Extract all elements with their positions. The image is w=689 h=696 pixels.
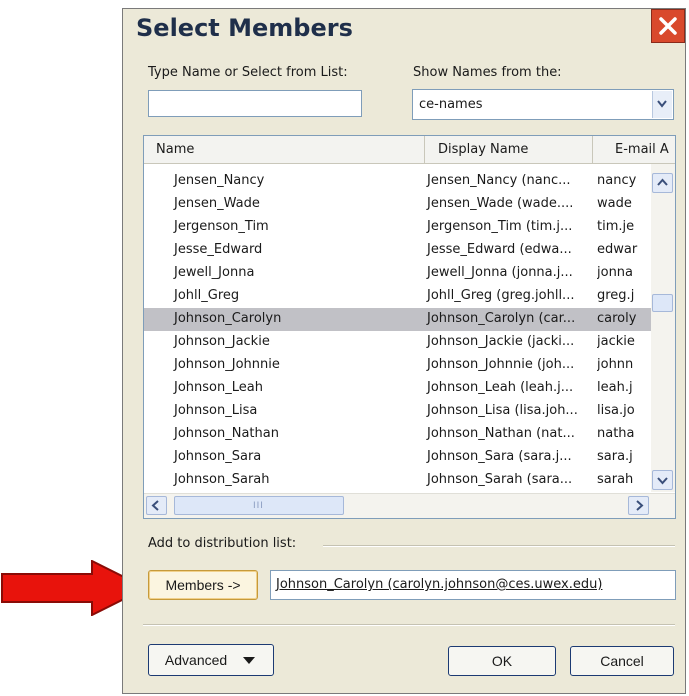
cell-display-name: Johll_Greg (greg.johll... xyxy=(427,288,575,303)
dropdown-button[interactable] xyxy=(652,91,672,118)
cell-name: Jesse_Edward xyxy=(174,242,263,257)
cell-display-name: Jergenson_Tim (tim.j... xyxy=(427,219,573,234)
cell-display-name: Johnson_Lisa (lisa.joh... xyxy=(427,403,578,418)
arrow-left-icon xyxy=(151,500,159,511)
cell-email: jackie xyxy=(597,334,635,349)
cell-name: Johnson_Leah xyxy=(174,380,263,395)
arrow-down-icon xyxy=(657,477,668,485)
cell-display-name: Johnson_Johnnie (joh... xyxy=(427,357,575,372)
cell-display-name: Johnson_Carolyn (car... xyxy=(427,311,576,326)
members-field-value: Johnson_Carolyn (carolyn.johnson@ces.uwe… xyxy=(276,577,603,592)
distribution-label: Add to distribution list: xyxy=(148,536,297,551)
table-row[interactable]: Johnson_Leah Johnson_Leah (leah.j... leah.… xyxy=(144,377,651,400)
table-row[interactable]: Johnson_Lisa Johnson_Lisa (lisa.joh... lis… xyxy=(144,400,651,423)
chevron-down-icon xyxy=(657,100,667,108)
table-row[interactable]: Johnson_Johnnie Johnson_Johnnie (joh... jo… xyxy=(144,354,651,377)
cell-email: lisa.jo xyxy=(597,403,635,418)
group-divider xyxy=(323,545,675,547)
cell-display-name: Jesse_Edward (edwa... xyxy=(427,242,572,257)
cell-email: sarah xyxy=(597,472,634,487)
bottom-divider xyxy=(143,624,675,626)
table-row[interactable]: Johnson_Jackie Johnson_Jackie (jacki... ja… xyxy=(144,331,651,354)
cell-name: Johll_Greg xyxy=(174,288,240,303)
list-rows: Jensen_Nancy Jensen_Nancy (nanc... nancy Je… xyxy=(144,170,651,492)
horizontal-scroll-thumb[interactable]: III xyxy=(174,496,344,515)
horizontal-scrollbar[interactable]: III xyxy=(144,493,675,518)
scroll-up-button[interactable] xyxy=(652,173,673,193)
cell-email: wade xyxy=(597,196,632,211)
cell-display-name: Johnson_Leah (leah.j... xyxy=(427,380,574,395)
list-header: Name Display Name E-mail A xyxy=(144,136,675,164)
cell-email: edwar xyxy=(597,242,638,257)
cell-name: Johnson_Jackie xyxy=(174,334,270,349)
search-label: Type Name or Select from List: xyxy=(148,65,348,80)
cell-display-name: Jensen_Wade (wade.... xyxy=(427,196,574,211)
members-button[interactable]: Members -> xyxy=(148,570,258,600)
table-row[interactable]: Johnson_Carolyn Johnson_Carolyn (car... ca… xyxy=(144,308,651,331)
chevron-down-icon xyxy=(243,657,256,665)
vertical-scrollbar[interactable] xyxy=(651,164,675,492)
table-row[interactable]: Jesse_Edward Jesse_Edward (edwa... edwar xyxy=(144,239,651,262)
search-input[interactable] xyxy=(148,90,362,117)
cell-email: greg.j xyxy=(597,288,635,303)
table-row[interactable]: Jewell_Jonna Jewell_Jonna (jonna.j... jonn… xyxy=(144,262,651,285)
cell-email: tim.je xyxy=(597,219,635,234)
cell-email: leah.j xyxy=(597,380,633,395)
cell-name: Jensen_Wade xyxy=(174,196,260,211)
cell-name: Jergenson_Tim xyxy=(174,219,269,234)
column-header-email[interactable]: E-mail A xyxy=(592,136,675,163)
cell-display-name: Jewell_Jonna (jonna.j... xyxy=(427,265,573,280)
cell-email: jonna xyxy=(597,265,634,280)
cell-name: Johnson_Lisa xyxy=(174,403,258,418)
scroll-grip: III xyxy=(253,501,264,511)
cell-display-name: Johnson_Sarah (sara... xyxy=(427,472,573,487)
cell-display-name: Johnson_Jackie (jacki... xyxy=(427,334,575,349)
cell-name: Jewell_Jonna xyxy=(174,265,255,280)
scroll-right-button[interactable] xyxy=(628,496,649,515)
table-row[interactable]: Jensen_Nancy Jensen_Nancy (nanc... nancy xyxy=(144,170,651,193)
table-row[interactable]: Jergenson_Tim Jergenson_Tim (tim.j... tim.… xyxy=(144,216,651,239)
arrow-up-icon xyxy=(657,178,668,186)
source-label: Show Names from the: xyxy=(413,65,562,80)
cell-name: Johnson_Sarah xyxy=(174,472,270,487)
cell-name: Johnson_Sara xyxy=(174,449,262,464)
cell-email: natha xyxy=(597,426,635,441)
arrow-right-icon xyxy=(636,500,644,511)
advanced-button[interactable]: Advanced xyxy=(148,644,274,676)
cell-display-name: Johnson_Sara (sara.j... xyxy=(427,449,572,464)
title-bar: Select Members xyxy=(123,9,685,55)
vertical-scroll-thumb[interactable] xyxy=(652,294,673,312)
dialog-title: Select Members xyxy=(136,14,353,42)
cell-email: nancy xyxy=(597,173,637,188)
table-row[interactable]: Johnson_Nathan Johnson_Nathan (nat... nath… xyxy=(144,423,651,446)
cell-name: Johnson_Nathan xyxy=(174,426,279,441)
cell-email: johnn xyxy=(597,357,634,372)
cell-name: Johnson_Johnnie xyxy=(174,357,280,372)
table-row[interactable]: Johnson_Sara Johnson_Sara (sara.j... sara.… xyxy=(144,446,651,469)
scroll-left-button[interactable] xyxy=(146,496,167,515)
cell-email: sara.j xyxy=(597,449,633,464)
cell-name: Johnson_Carolyn xyxy=(174,311,282,326)
table-row[interactable]: Johnson_Sarah Johnson_Sarah (sara... sarah xyxy=(144,469,651,492)
column-header-name[interactable]: Name xyxy=(156,136,426,163)
scroll-down-button[interactable] xyxy=(652,470,673,490)
table-row[interactable]: Jensen_Wade Jensen_Wade (wade.... wade xyxy=(144,193,651,216)
cell-email: caroly xyxy=(597,311,637,326)
ok-button[interactable]: OK xyxy=(448,646,556,676)
advanced-button-label: Advanced xyxy=(164,652,228,668)
cell-display-name: Johnson_Nathan (nat... xyxy=(427,426,575,441)
select-members-dialog: Select Members Type Name or Select from … xyxy=(122,8,686,694)
address-book-select[interactable]: ce-names xyxy=(412,89,674,120)
table-row[interactable]: Johll_Greg Johll_Greg (greg.johll... greg.… xyxy=(144,285,651,308)
address-book-value: ce-names xyxy=(419,97,483,112)
close-icon xyxy=(659,17,677,35)
cancel-button[interactable]: Cancel xyxy=(570,646,674,676)
members-field[interactable]: Johnson_Carolyn (carolyn.johnson@ces.uwe… xyxy=(270,570,676,600)
column-header-display-name[interactable]: Display Name xyxy=(424,136,592,163)
members-list[interactable]: Name Display Name E-mail A Jensen_Nancy J… xyxy=(143,135,676,519)
cell-name: Jensen_Nancy xyxy=(174,173,265,188)
close-button[interactable] xyxy=(651,9,685,43)
cell-display-name: Jensen_Nancy (nanc... xyxy=(427,173,571,188)
